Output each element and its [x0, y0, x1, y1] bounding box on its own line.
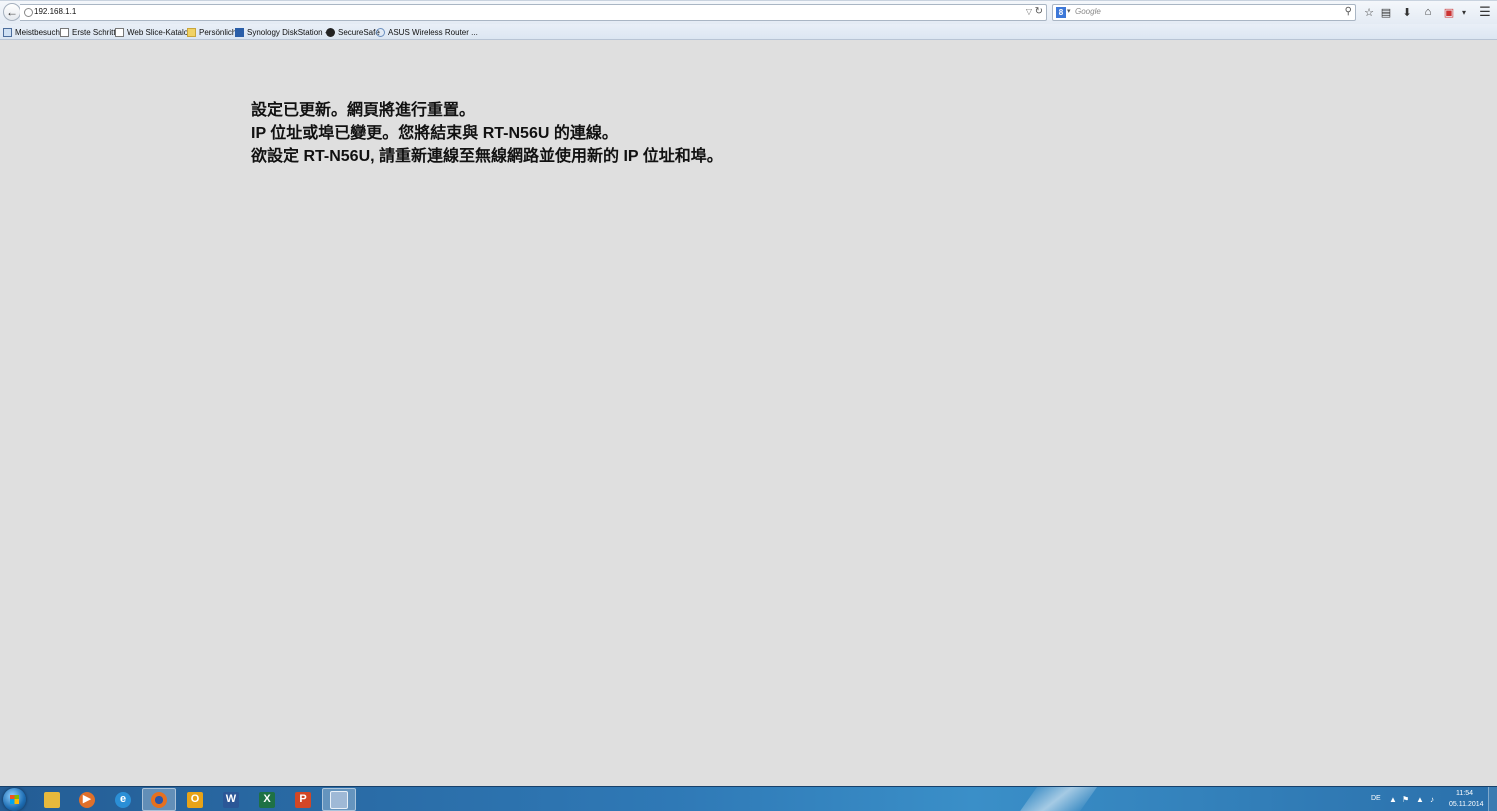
bookmark-label: Synology DiskStation -... [247, 27, 335, 37]
outlook-icon: O [187, 791, 203, 808]
back-arrow-icon: ← [6, 5, 18, 19]
taskbar-internet-explorer[interactable]: e [106, 788, 140, 811]
bookmark-erste-schritte[interactable]: Erste Schritte [60, 26, 120, 38]
clock-time[interactable]: 11:54 [1456, 790, 1473, 797]
network-icon[interactable]: ▲ [1416, 795, 1424, 804]
taskbar-excel[interactable]: X [250, 788, 284, 811]
taskbar-firefox[interactable] [142, 788, 176, 811]
bookmark-label: Web Slice-Katalog [127, 27, 193, 37]
asus-icon [376, 27, 385, 37]
bookmark-label: Erste Schritte [72, 27, 121, 37]
search-engine-icon[interactable]: 8 [1056, 7, 1066, 18]
page-icon [115, 27, 124, 37]
language-indicator[interactable]: DE [1371, 795, 1381, 802]
synology-icon [235, 27, 244, 37]
show-hidden-icons-icon[interactable]: ▲ [1389, 795, 1397, 804]
hamburger-menu-icon[interactable]: ☰ [1477, 4, 1493, 20]
taskbar-remote-desktop[interactable] [322, 788, 356, 811]
taskbar-glow [1015, 787, 1105, 811]
remote-desktop-icon [330, 790, 348, 809]
search-bar[interactable]: 8 ▾ Google ⚲ [1052, 4, 1356, 21]
taskbar-powerpoint[interactable]: P [286, 788, 320, 811]
downloads-icon[interactable]: ⬇ [1399, 4, 1415, 20]
word-icon: W [223, 791, 239, 808]
firefox-icon [151, 791, 167, 808]
taskbar-media-player[interactable]: ▶ [70, 788, 104, 811]
search-input[interactable]: Google [1075, 7, 1101, 16]
taskbar-explorer[interactable] [35, 788, 69, 811]
folder-icon [187, 27, 196, 37]
taskbar-outlook[interactable]: O [178, 788, 212, 811]
show-desktop-button[interactable] [1488, 787, 1497, 811]
taskbar-word[interactable]: W [214, 788, 248, 811]
bookmark-persoenlich[interactable]: Persönlich [187, 26, 236, 38]
search-icon[interactable]: ⚲ [1345, 6, 1352, 17]
securesafe-icon [326, 27, 335, 37]
home-icon[interactable]: ⌂ [1420, 4, 1436, 20]
folder-icon [44, 791, 60, 808]
action-center-flag-icon[interactable]: ⚑ [1402, 795, 1409, 804]
bookmark-asus-router[interactable]: ASUS Wireless Router ... [376, 26, 478, 38]
bookmark-meistbesucht[interactable]: Meistbesucht [3, 26, 62, 38]
bookmark-label: Persönlich [199, 27, 237, 37]
bookmarks-menu-icon[interactable]: ▤ [1378, 4, 1394, 20]
volume-icon[interactable]: ♪ [1430, 795, 1434, 804]
url-history-dropdown-icon[interactable]: ▽ [1026, 7, 1032, 16]
bookmark-label: ASUS Wireless Router ... [388, 27, 478, 37]
excel-icon: X [259, 791, 275, 808]
site-identity-icon[interactable] [24, 8, 33, 17]
powerpoint-icon: P [295, 791, 311, 808]
url-text[interactable]: 192.168.1.1 [34, 7, 76, 16]
bookmark-synology[interactable]: Synology DiskStation -... [235, 26, 334, 38]
bookmarks-toolbar: Meistbesucht Erste Schritte Web Slice-Ka… [0, 24, 1497, 40]
search-engine-dropdown-icon[interactable]: ▾ [1067, 7, 1071, 15]
message-line-3: 欲設定 RT-N56U, 請重新連線至無線網路並使用新的 IP 位址和埠。 [251, 148, 723, 165]
page-icon [60, 27, 69, 37]
most-visited-icon [3, 27, 12, 37]
addon-icon[interactable]: ▣ [1441, 4, 1457, 20]
navigation-toolbar: ← 192.168.1.1 ▽ ↻ 8 ▾ Google ⚲ ☆ ▤ ⬇ ⌂ ▣… [0, 0, 1497, 24]
bookmark-star-icon[interactable]: ☆ [1361, 4, 1377, 20]
taskbar: ▶ e O W X P DE ▲ ⚑ ▲ ♪ 11:54 05.11.2014 [0, 786, 1497, 811]
bookmark-label: SecureSafe [338, 27, 380, 37]
play-icon: ▶ [79, 791, 95, 808]
bookmark-web-slice-katalog[interactable]: Web Slice-Katalog [115, 26, 193, 38]
back-button[interactable]: ← [3, 3, 21, 21]
page-content: 設定已更新。網頁將進行重置。 IP 位址或埠已變更。您將結束與 RT-N56U … [0, 40, 1497, 786]
url-bar[interactable]: 192.168.1.1 ▽ ↻ [20, 4, 1047, 21]
reload-icon[interactable]: ↻ [1035, 6, 1043, 17]
message-line-1: 設定已更新。網頁將進行重置。 [251, 102, 476, 119]
ie-icon: e [115, 791, 131, 808]
start-button[interactable] [3, 788, 26, 811]
bookmark-securesafe[interactable]: SecureSafe [326, 26, 380, 38]
bookmark-label: Meistbesucht [15, 27, 63, 37]
clock-date[interactable]: 05.11.2014 [1449, 801, 1484, 808]
addon-dropdown-icon[interactable]: ▾ [1456, 4, 1472, 20]
message-line-2: IP 位址或埠已變更。您將結束與 RT-N56U 的連線。 [251, 125, 618, 142]
